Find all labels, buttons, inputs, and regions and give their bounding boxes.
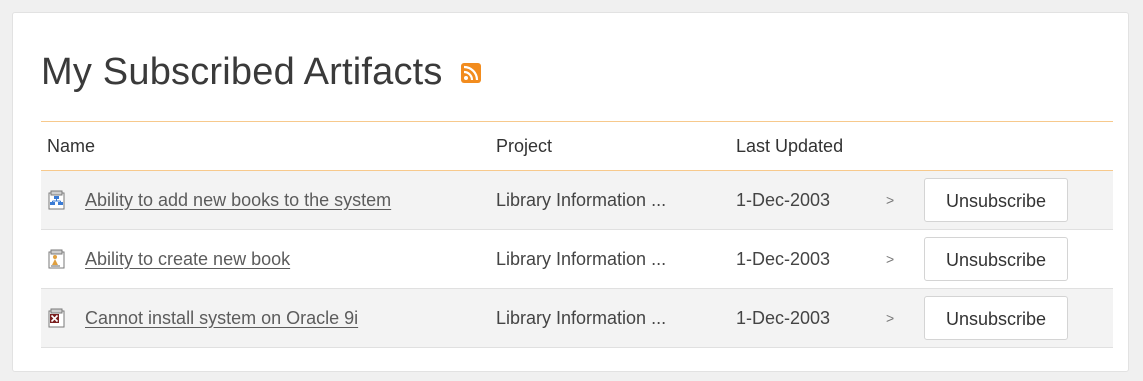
artifacts-table: Name Project Last Updated Ability to add…: [41, 121, 1113, 348]
unsubscribe-button[interactable]: Unsubscribe: [924, 237, 1069, 281]
project-cell: Library Information ...: [496, 248, 667, 269]
column-header-name[interactable]: Name: [41, 136, 496, 157]
last-updated-cell: 1-Dec-2003: [736, 248, 831, 269]
subscribed-artifacts-panel: My Subscribed Artifacts Name Project Las…: [12, 12, 1129, 372]
table-row: Cannot install system on Oracle 9i Libra…: [41, 289, 1113, 348]
rss-feed-icon[interactable]: [460, 62, 481, 83]
project-cell: Library Information ...: [496, 189, 667, 210]
chevron-right-icon: >: [886, 192, 895, 208]
unsubscribe-button[interactable]: Unsubscribe: [924, 178, 1069, 222]
table-header: Name Project Last Updated: [41, 121, 1113, 171]
table-row: Ability to add new books to the system L…: [41, 171, 1113, 230]
column-header-last-updated[interactable]: Last Updated: [736, 136, 886, 157]
incident-icon: [48, 308, 65, 328]
artifact-link[interactable]: Ability to create new book: [85, 249, 290, 270]
use-case-icon: [48, 249, 65, 269]
artifact-link[interactable]: Cannot install system on Oracle 9i: [85, 308, 358, 329]
last-updated-cell: 1-Dec-2003: [736, 189, 831, 210]
title-row: My Subscribed Artifacts: [41, 51, 481, 94]
artifact-link[interactable]: Ability to add new books to the system: [85, 190, 391, 211]
chevron-right-icon: >: [886, 251, 895, 267]
table-row: Ability to create new book Library Infor…: [41, 230, 1113, 289]
page-title: My Subscribed Artifacts: [41, 51, 443, 93]
last-updated-cell: 1-Dec-2003: [736, 307, 831, 328]
project-cell: Library Information ...: [496, 307, 667, 328]
column-header-project[interactable]: Project: [496, 136, 736, 157]
requirement-icon: [48, 190, 65, 210]
chevron-right-icon: >: [886, 310, 895, 326]
unsubscribe-button[interactable]: Unsubscribe: [924, 296, 1069, 340]
